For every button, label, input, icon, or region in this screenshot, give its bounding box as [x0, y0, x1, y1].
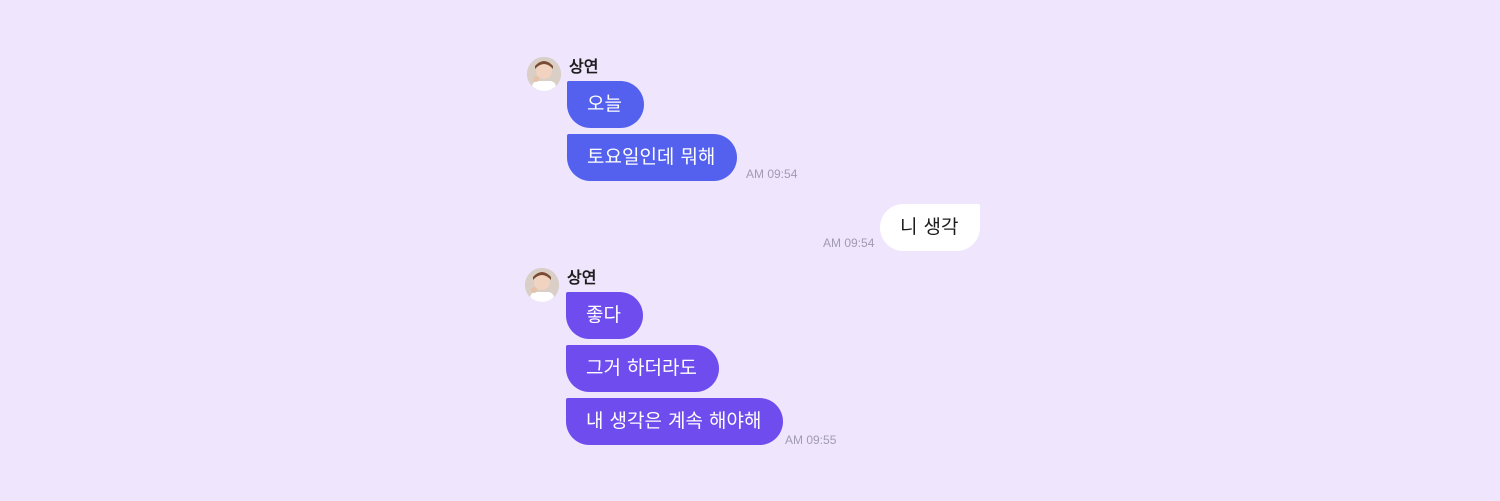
message-bubble[interactable]: 내 생각은 계속 해야해 — [566, 398, 784, 445]
sender-name: 상연 — [567, 268, 597, 287]
sender-name: 상연 — [569, 57, 599, 76]
message-bubble[interactable]: 토요일인데 뭐해 — [567, 134, 738, 181]
message-timestamp: AM 09:54 — [746, 167, 798, 181]
message-timestamp: AM 09:54 — [823, 236, 875, 250]
message-timestamp: AM 09:55 — [785, 433, 837, 447]
message-bubble[interactable]: 좋다 — [566, 292, 643, 339]
avatar-icon[interactable] — [527, 57, 561, 91]
avatar-icon[interactable] — [525, 268, 559, 302]
message-bubble[interactable]: 그거 하더라도 — [566, 345, 719, 392]
message-bubble[interactable]: 오늘 — [567, 81, 644, 128]
message-bubble[interactable]: 니 생각 — [880, 204, 981, 251]
